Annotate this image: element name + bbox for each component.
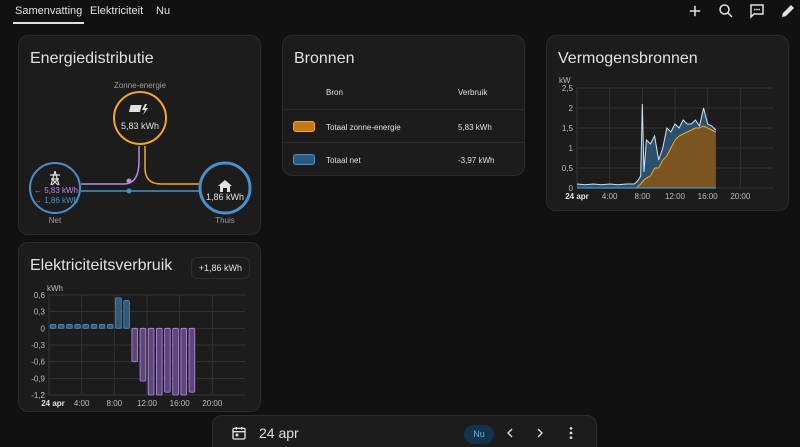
y-tick-label: 2,5 bbox=[562, 84, 574, 93]
bar bbox=[106, 324, 114, 329]
x-tick-label: 16:00 bbox=[698, 192, 719, 201]
header-source: Bron bbox=[326, 88, 343, 97]
x-tick-label: 20:00 bbox=[730, 192, 751, 201]
home-value: 1,86 kWh bbox=[205, 192, 245, 202]
y-tick-label: 2 bbox=[569, 104, 574, 113]
edit-icon[interactable] bbox=[779, 2, 797, 20]
header-usage: Verbruik bbox=[458, 88, 488, 97]
bar bbox=[115, 297, 122, 329]
more-vertical-icon[interactable] bbox=[563, 425, 579, 441]
assist-icon[interactable] bbox=[748, 2, 766, 20]
solar-node bbox=[113, 91, 167, 145]
tab-nu[interactable]: Nu bbox=[156, 0, 170, 24]
source-name: Totaal zonne-energie bbox=[326, 123, 401, 132]
x-tick-label: 24 apr bbox=[565, 192, 589, 201]
solar-swatch bbox=[293, 121, 315, 132]
power-sources-chart: kW2,521,510,5024 apr 4:00 8:00 12:00 16:00 20… bbox=[559, 76, 773, 201]
source-value: 5,83 kWh bbox=[458, 123, 492, 132]
power-sources-card: Vermogensbronnen kW 2,5 2 1,5 1 0,5 0 24 apr 4:0… bbox=[546, 35, 789, 211]
top-app-bar: Samenvatting Elektriciteit Nu bbox=[0, 0, 800, 24]
date-selection-bar: 24 apr Nu bbox=[212, 415, 597, 447]
bar bbox=[49, 324, 57, 329]
tab-samenvatting[interactable]: Samenvatting bbox=[12, 0, 85, 24]
grid-export-value: → 1,86 kWh bbox=[33, 196, 78, 205]
distribution-diagram bbox=[29, 91, 252, 215]
bar bbox=[123, 300, 130, 329]
bar bbox=[57, 324, 65, 329]
x-tick-label: 12:00 bbox=[665, 192, 686, 201]
bar bbox=[74, 324, 81, 329]
solar-label: Zonne-energie bbox=[113, 81, 167, 90]
home-label: Thuis bbox=[215, 216, 235, 225]
divider bbox=[283, 109, 524, 110]
bar bbox=[147, 327, 155, 396]
sources-card: Bronnen Bron Verbruik Totaal zonne-energ… bbox=[282, 35, 525, 176]
plus-icon[interactable] bbox=[686, 2, 704, 20]
electricity-usage-card: Elektriciteitsverbruik +1,86 kWh kWh 0,6 0… bbox=[18, 242, 261, 412]
bar bbox=[82, 324, 90, 329]
bar bbox=[98, 324, 106, 329]
y-tick-label: -0,6 bbox=[31, 358, 45, 367]
tab-elektriciteit[interactable]: Elektriciteit bbox=[90, 0, 143, 24]
y-tick-label: 0 bbox=[41, 324, 46, 333]
bar bbox=[172, 327, 179, 396]
bar bbox=[188, 327, 196, 393]
grid-import-value: ← 5,83 kWh bbox=[33, 186, 78, 195]
y-axis-label: kWh bbox=[47, 284, 63, 293]
x-tick-label: 20:00 bbox=[202, 399, 223, 408]
grid-label: Net bbox=[48, 216, 62, 225]
selected-date[interactable]: 24 apr bbox=[259, 425, 299, 441]
bar bbox=[131, 327, 139, 363]
y-tick-label: 1,5 bbox=[562, 124, 574, 133]
x-tick-label: 16:00 bbox=[170, 399, 191, 408]
x-tick-label: 4:00 bbox=[602, 192, 618, 201]
electricity-usage-chart: kWh0,60,30-0,3-0,6-0,9-1,224 apr 4:00 8:00… bbox=[31, 284, 245, 408]
y-tick-label: 1 bbox=[569, 144, 574, 153]
y-tick-label: 0,6 bbox=[34, 291, 46, 300]
bar bbox=[90, 324, 98, 329]
source-value: -3,97 kWh bbox=[458, 156, 495, 165]
x-tick-label: 4:00 bbox=[74, 399, 90, 408]
bar bbox=[155, 327, 163, 396]
bar bbox=[66, 324, 73, 329]
divider bbox=[283, 142, 524, 143]
y-tick-label: 0,5 bbox=[562, 164, 574, 173]
now-button[interactable]: Nu bbox=[464, 425, 494, 444]
x-tick-label: 24 apr bbox=[41, 399, 65, 408]
x-tick-label: 8:00 bbox=[107, 399, 123, 408]
chevron-right-icon[interactable] bbox=[532, 425, 548, 441]
y-tick-label: 0,3 bbox=[34, 308, 46, 317]
bar bbox=[139, 327, 147, 382]
chevron-left-icon[interactable] bbox=[502, 425, 518, 441]
energy-distribution-card: Energiedistributie Zonne-energie 5,83 kW… bbox=[18, 35, 261, 235]
x-tick-label: 8:00 bbox=[635, 192, 651, 201]
bar bbox=[180, 327, 188, 396]
x-tick-label: 12:00 bbox=[137, 399, 158, 408]
source-name: Totaal net bbox=[326, 156, 361, 165]
calendar-icon[interactable] bbox=[231, 425, 247, 441]
y-tick-label: -0,3 bbox=[31, 341, 45, 350]
search-icon[interactable] bbox=[717, 2, 735, 20]
solar-value: 5,83 kWh bbox=[120, 121, 160, 131]
bar bbox=[164, 327, 171, 393]
y-tick-label: -0,9 bbox=[31, 374, 45, 383]
card-title: Bronnen bbox=[294, 50, 355, 67]
grid-swatch bbox=[293, 154, 315, 165]
